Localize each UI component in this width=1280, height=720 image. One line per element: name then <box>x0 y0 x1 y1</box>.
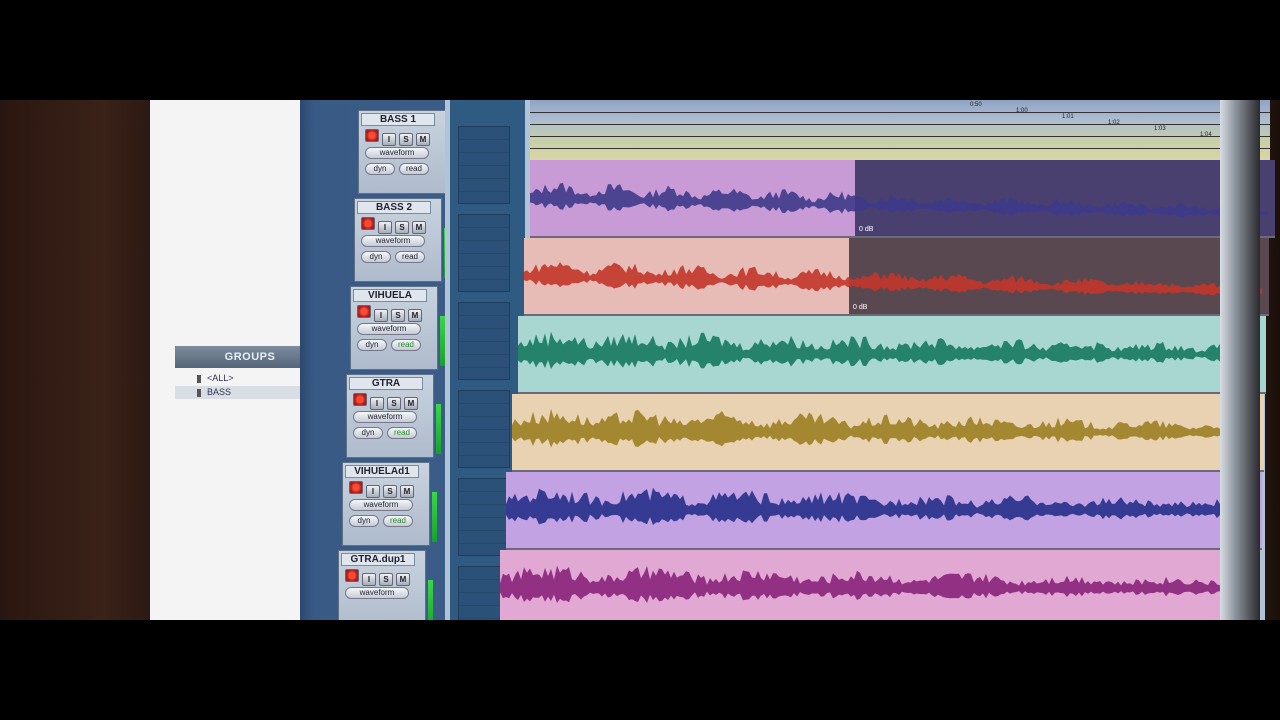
dyn-selector[interactable]: dyn <box>365 163 395 175</box>
input-monitor-button[interactable]: I <box>366 485 380 498</box>
mute-button[interactable]: M <box>396 573 410 586</box>
record-arm-button[interactable] <box>365 129 379 142</box>
solo-button[interactable]: S <box>379 573 393 586</box>
track-name[interactable]: VIHUELA <box>353 289 427 302</box>
screen-photo: GROUPS ▼ <ALL> BASS BASS 1ISMwaveformdyn… <box>0 100 1280 620</box>
input-monitor-button[interactable]: I <box>374 309 388 322</box>
record-arm-button[interactable] <box>353 393 367 406</box>
track-header-3: GTRA I S Mwaveform dyn read <box>346 374 434 458</box>
track-name[interactable]: GTRA <box>349 377 423 390</box>
level-meter <box>432 492 437 542</box>
track-header-5: GTRA.dup1 I S Mwaveform <box>338 550 426 620</box>
group-item-bass[interactable]: BASS <box>175 386 310 399</box>
track-lane[interactable]: 0 dB <box>445 238 1269 316</box>
track-view-selector[interactable]: waveform <box>365 147 429 159</box>
solo-button[interactable]: S <box>383 485 397 498</box>
automation-mode-selector[interactable]: read <box>395 251 425 263</box>
automation-mode-selector[interactable]: read <box>387 427 417 439</box>
track-button-row: ISM <box>357 305 425 323</box>
track-view-selector[interactable]: waveform <box>361 235 425 247</box>
automation-mode-selector[interactable]: read <box>399 163 429 175</box>
solo-button[interactable]: S <box>391 309 405 322</box>
ruler-tick-label: 1:02 <box>1108 120 1120 126</box>
playlist-area: 0:50 1:00 1:01 1:02 1:03 1:04 0 dB 0 dB <box>445 100 1275 620</box>
level-meter <box>436 404 441 454</box>
group-marker <box>197 374 201 383</box>
timeline-rulers[interactable]: 0:50 1:00 1:01 1:02 1:03 1:04 <box>530 100 1270 160</box>
track-name[interactable]: GTRA.dup1 <box>341 553 415 566</box>
ruler-tick-label: 1:04 <box>1200 132 1212 138</box>
dyn-selector[interactable]: dyn <box>361 251 391 263</box>
track-lane[interactable] <box>445 472 1265 550</box>
track-lane[interactable]: 0 dB <box>445 160 1275 238</box>
track-lane[interactable] <box>445 394 1265 472</box>
automation-mode-selector[interactable]: read <box>383 515 413 527</box>
waveform <box>500 565 1238 604</box>
dyn-selector[interactable]: dyn <box>349 515 379 527</box>
track-name[interactable]: BASS 1 <box>361 113 435 126</box>
group-marker <box>197 388 201 397</box>
track-view-selector[interactable]: waveform <box>353 411 417 423</box>
mute-button[interactable]: M <box>416 133 430 146</box>
ruler-tick-label: 1:00 <box>1016 108 1028 114</box>
groups-title: GROUPS <box>224 351 276 363</box>
input-monitor-button[interactable]: I <box>382 133 396 146</box>
track-header-4: VIHUELAd1 I S Mwaveform dyn read <box>342 462 430 546</box>
input-monitor-button[interactable]: I <box>362 573 376 586</box>
record-arm-button[interactable] <box>345 569 359 582</box>
input-monitor-button[interactable]: I <box>378 221 392 234</box>
track-header-1: BASS 2 I S Mwaveform dyn read <box>354 198 442 282</box>
waveform <box>530 182 1268 219</box>
group-item-all[interactable]: <ALL> <box>175 372 310 385</box>
mute-button[interactable]: M <box>408 309 422 322</box>
track-lane[interactable] <box>445 550 1265 620</box>
track-name[interactable]: BASS 2 <box>357 201 431 214</box>
track-button-row: ISM <box>365 129 433 147</box>
track-header-column: BASS 1 I S Mwaveform dyn read BASS 2 I S Mwavefor… <box>300 100 453 620</box>
ruler-tick-label: 1:01 <box>1062 114 1074 120</box>
mute-button[interactable]: M <box>412 221 426 234</box>
record-arm-button[interactable] <box>361 217 375 230</box>
track-button-row: ISM <box>361 217 429 235</box>
waveform <box>518 331 1256 369</box>
track-view-selector[interactable]: waveform <box>345 587 409 599</box>
solo-button[interactable]: S <box>399 133 413 146</box>
track-name[interactable]: VIHUELAd1 <box>345 465 419 478</box>
solo-button[interactable]: S <box>387 397 401 410</box>
letterbox-top <box>0 0 1280 100</box>
track-lane[interactable] <box>445 316 1266 394</box>
track-button-row: ISM <box>345 569 413 587</box>
ruler-tick-label: 0:50 <box>970 102 982 108</box>
group-label: <ALL> <box>207 373 234 383</box>
track-button-row: ISM <box>349 481 417 499</box>
dyn-selector[interactable]: dyn <box>357 339 387 351</box>
record-arm-button[interactable] <box>349 481 363 494</box>
mute-button[interactable]: M <box>400 485 414 498</box>
automation-mode-selector[interactable]: read <box>391 339 421 351</box>
track-view-selector[interactable]: waveform <box>357 323 421 335</box>
track-button-row: ISM <box>353 393 421 411</box>
mute-button[interactable]: M <box>404 397 418 410</box>
group-label: BASS <box>207 387 232 397</box>
track-header-2: VIHUELA I S Mwaveform dyn read <box>350 286 438 370</box>
input-monitor-button[interactable]: I <box>370 397 384 410</box>
waveform <box>506 487 1244 525</box>
track-view-selector[interactable]: waveform <box>349 499 413 511</box>
track-header-0: BASS 1 I S Mwaveform dyn read <box>358 110 446 194</box>
dyn-selector[interactable]: dyn <box>353 427 383 439</box>
ruler-tick-label: 1:03 <box>1154 126 1166 132</box>
level-meter <box>428 580 433 620</box>
waveform <box>512 408 1250 448</box>
waveform <box>524 262 1262 296</box>
monitor-bezel <box>1220 100 1260 620</box>
record-arm-button[interactable] <box>357 305 371 318</box>
letterbox-bottom <box>0 620 1280 720</box>
solo-button[interactable]: S <box>395 221 409 234</box>
